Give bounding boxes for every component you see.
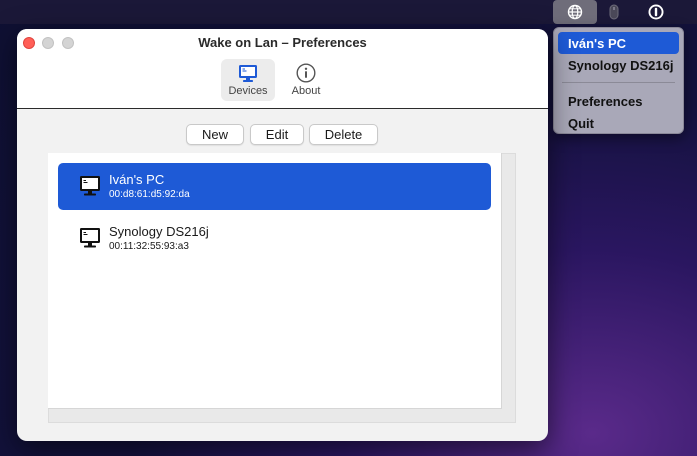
menu-item-quit[interactable]: Quit (558, 112, 679, 134)
device-name: Synology DS216j (109, 224, 209, 239)
menu-bar (0, 0, 697, 24)
tab-devices-label: Devices (228, 85, 268, 97)
window-title: Wake on Lan – Preferences (198, 35, 367, 50)
monitor-icon (80, 228, 100, 248)
mouse-icon (609, 4, 619, 20)
devices-pane: New Edit Delete Iván's PC 00:d8:61:d5:92… (17, 109, 548, 441)
tab-about[interactable]: About (279, 59, 333, 101)
menu-item-preferences[interactable]: Preferences (558, 90, 679, 112)
device-row-ivans-pc[interactable]: Iván's PC 00:d8:61:d5:92:da (58, 163, 491, 210)
info-icon (296, 63, 316, 83)
power-icon (648, 4, 664, 20)
device-mac-address: 00:d8:61:d5:92:da (109, 189, 190, 200)
window-toolbar: Wake on Lan – Preferences Devices About (17, 29, 548, 109)
monitor-icon (239, 65, 257, 82)
menu-item-ivans-pc[interactable]: Iván's PC (558, 32, 679, 54)
device-mac-address: 00:11:32:55:93:a3 (109, 241, 189, 252)
wake-on-lan-status-item[interactable] (553, 0, 597, 24)
edit-device-button[interactable]: Edit (250, 124, 304, 145)
menu-separator (562, 82, 675, 83)
mouse-status-item[interactable] (604, 0, 624, 24)
device-list[interactable]: Iván's PC 00:d8:61:d5:92:da Synology DS2… (48, 153, 502, 409)
status-menu: Iván's PC Synology DS216j Preferences Qu… (553, 27, 684, 134)
menu-item-synology[interactable]: Synology DS216j (558, 54, 679, 76)
tab-about-label: About (291, 85, 321, 97)
monitor-icon (80, 176, 100, 196)
new-device-button[interactable]: New (186, 124, 244, 145)
password-manager-status-item[interactable] (640, 0, 672, 24)
preferences-window: Wake on Lan – Preferences Devices About … (17, 29, 548, 441)
tab-devices[interactable]: Devices (221, 59, 275, 101)
delete-device-button[interactable]: Delete (309, 124, 378, 145)
globe-icon (567, 4, 583, 20)
device-name: Iván's PC (109, 172, 165, 187)
device-row-synology[interactable]: Synology DS216j 00:11:32:55:93:a3 (58, 215, 491, 262)
